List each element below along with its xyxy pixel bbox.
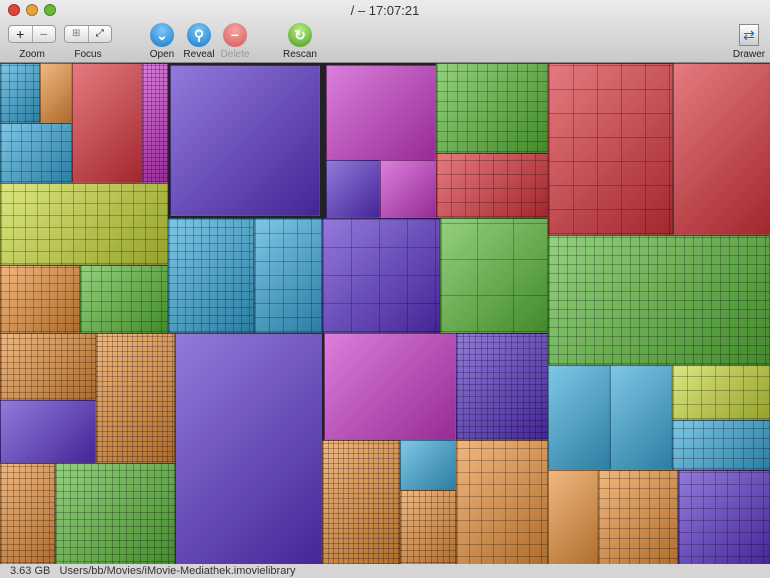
- delete-label: Delete: [220, 49, 250, 60]
- open-icon: ⌄: [156, 27, 168, 43]
- treemap-block[interactable]: [0, 183, 168, 265]
- treemap-block[interactable]: [0, 123, 72, 183]
- status-bar: 3.63 GB Users/bb/Movies/iMovie-Mediathek…: [0, 564, 770, 578]
- minus-icon: −: [230, 27, 240, 43]
- treemap-block[interactable]: [456, 333, 548, 440]
- treemap-block[interactable]: [0, 265, 80, 333]
- treemap-block[interactable]: [80, 265, 168, 333]
- treemap-block[interactable]: [55, 463, 175, 564]
- treemap-block[interactable]: [456, 440, 548, 564]
- treemap-block[interactable]: [0, 63, 40, 123]
- treemap-block[interactable]: [672, 420, 770, 470]
- title-bar: / – 17:07:21 + − Zoom ⊞ ⤢ Focus ⌄ Open ⚲…: [0, 0, 770, 63]
- rescan-button[interactable]: ↻: [288, 23, 312, 47]
- drawer-label: Drawer: [732, 49, 766, 60]
- treemap-block[interactable]: [436, 63, 548, 153]
- focus-label: Focus: [74, 49, 102, 60]
- refresh-icon: ↻: [294, 27, 306, 43]
- treemap-block[interactable]: [72, 63, 142, 183]
- zoom-in-button[interactable]: +: [9, 26, 33, 42]
- treemap-block[interactable]: [175, 333, 322, 564]
- treemap-block[interactable]: [324, 333, 456, 440]
- focus-out-icon[interactable]: ⤢: [89, 26, 112, 42]
- drawer-button[interactable]: ⇄: [739, 24, 759, 46]
- reveal-button[interactable]: ⚲: [187, 23, 211, 47]
- treemap-block[interactable]: [548, 470, 598, 564]
- treemap-block[interactable]: [142, 63, 168, 183]
- zoom-control[interactable]: + −: [8, 25, 56, 43]
- treemap-block[interactable]: [170, 65, 320, 216]
- open-button[interactable]: ⌄: [150, 23, 174, 47]
- treemap-block[interactable]: [400, 490, 456, 564]
- treemap-block[interactable]: [322, 440, 400, 564]
- treemap-block[interactable]: [254, 218, 322, 333]
- treemap-block[interactable]: [326, 160, 380, 218]
- window-title: / – 17:07:21: [350, 3, 420, 18]
- treemap-block[interactable]: [40, 63, 72, 123]
- rescan-label: Rescan: [283, 49, 317, 60]
- treemap-block[interactable]: [96, 333, 175, 463]
- treemap-block[interactable]: [322, 218, 440, 333]
- focus-in-icon[interactable]: ⊞: [65, 26, 89, 42]
- treemap-block[interactable]: [672, 365, 770, 420]
- treemap-block[interactable]: [548, 235, 770, 365]
- status-path: Users/bb/Movies/iMovie-Mediathek.imoviel…: [59, 565, 296, 577]
- treemap-block[interactable]: [440, 218, 548, 333]
- status-size: 3.63 GB: [10, 565, 51, 577]
- zoom-label: Zoom: [19, 49, 45, 60]
- treemap-block[interactable]: [380, 160, 436, 218]
- treemap-block[interactable]: [436, 153, 548, 218]
- treemap-block[interactable]: [0, 400, 96, 463]
- treemap-block[interactable]: [0, 463, 55, 564]
- delete-button[interactable]: −: [223, 23, 247, 47]
- treemap-block[interactable]: [326, 65, 436, 160]
- treemap-block[interactable]: [673, 63, 770, 235]
- treemap-block[interactable]: [548, 63, 673, 235]
- zoom-out-button[interactable]: −: [33, 26, 56, 42]
- treemap-block[interactable]: [598, 470, 678, 564]
- treemap-block[interactable]: [548, 365, 610, 470]
- treemap-block[interactable]: [0, 333, 96, 400]
- focus-control[interactable]: ⊞ ⤢: [64, 25, 112, 43]
- treemap-block[interactable]: [610, 365, 672, 470]
- magnifier-icon: ⚲: [193, 27, 205, 43]
- treemap-block[interactable]: [678, 470, 770, 564]
- treemap-view[interactable]: [0, 63, 770, 564]
- treemap-block[interactable]: [400, 440, 456, 490]
- swap-arrows-icon: ⇄: [743, 27, 755, 43]
- treemap-block[interactable]: [168, 218, 254, 333]
